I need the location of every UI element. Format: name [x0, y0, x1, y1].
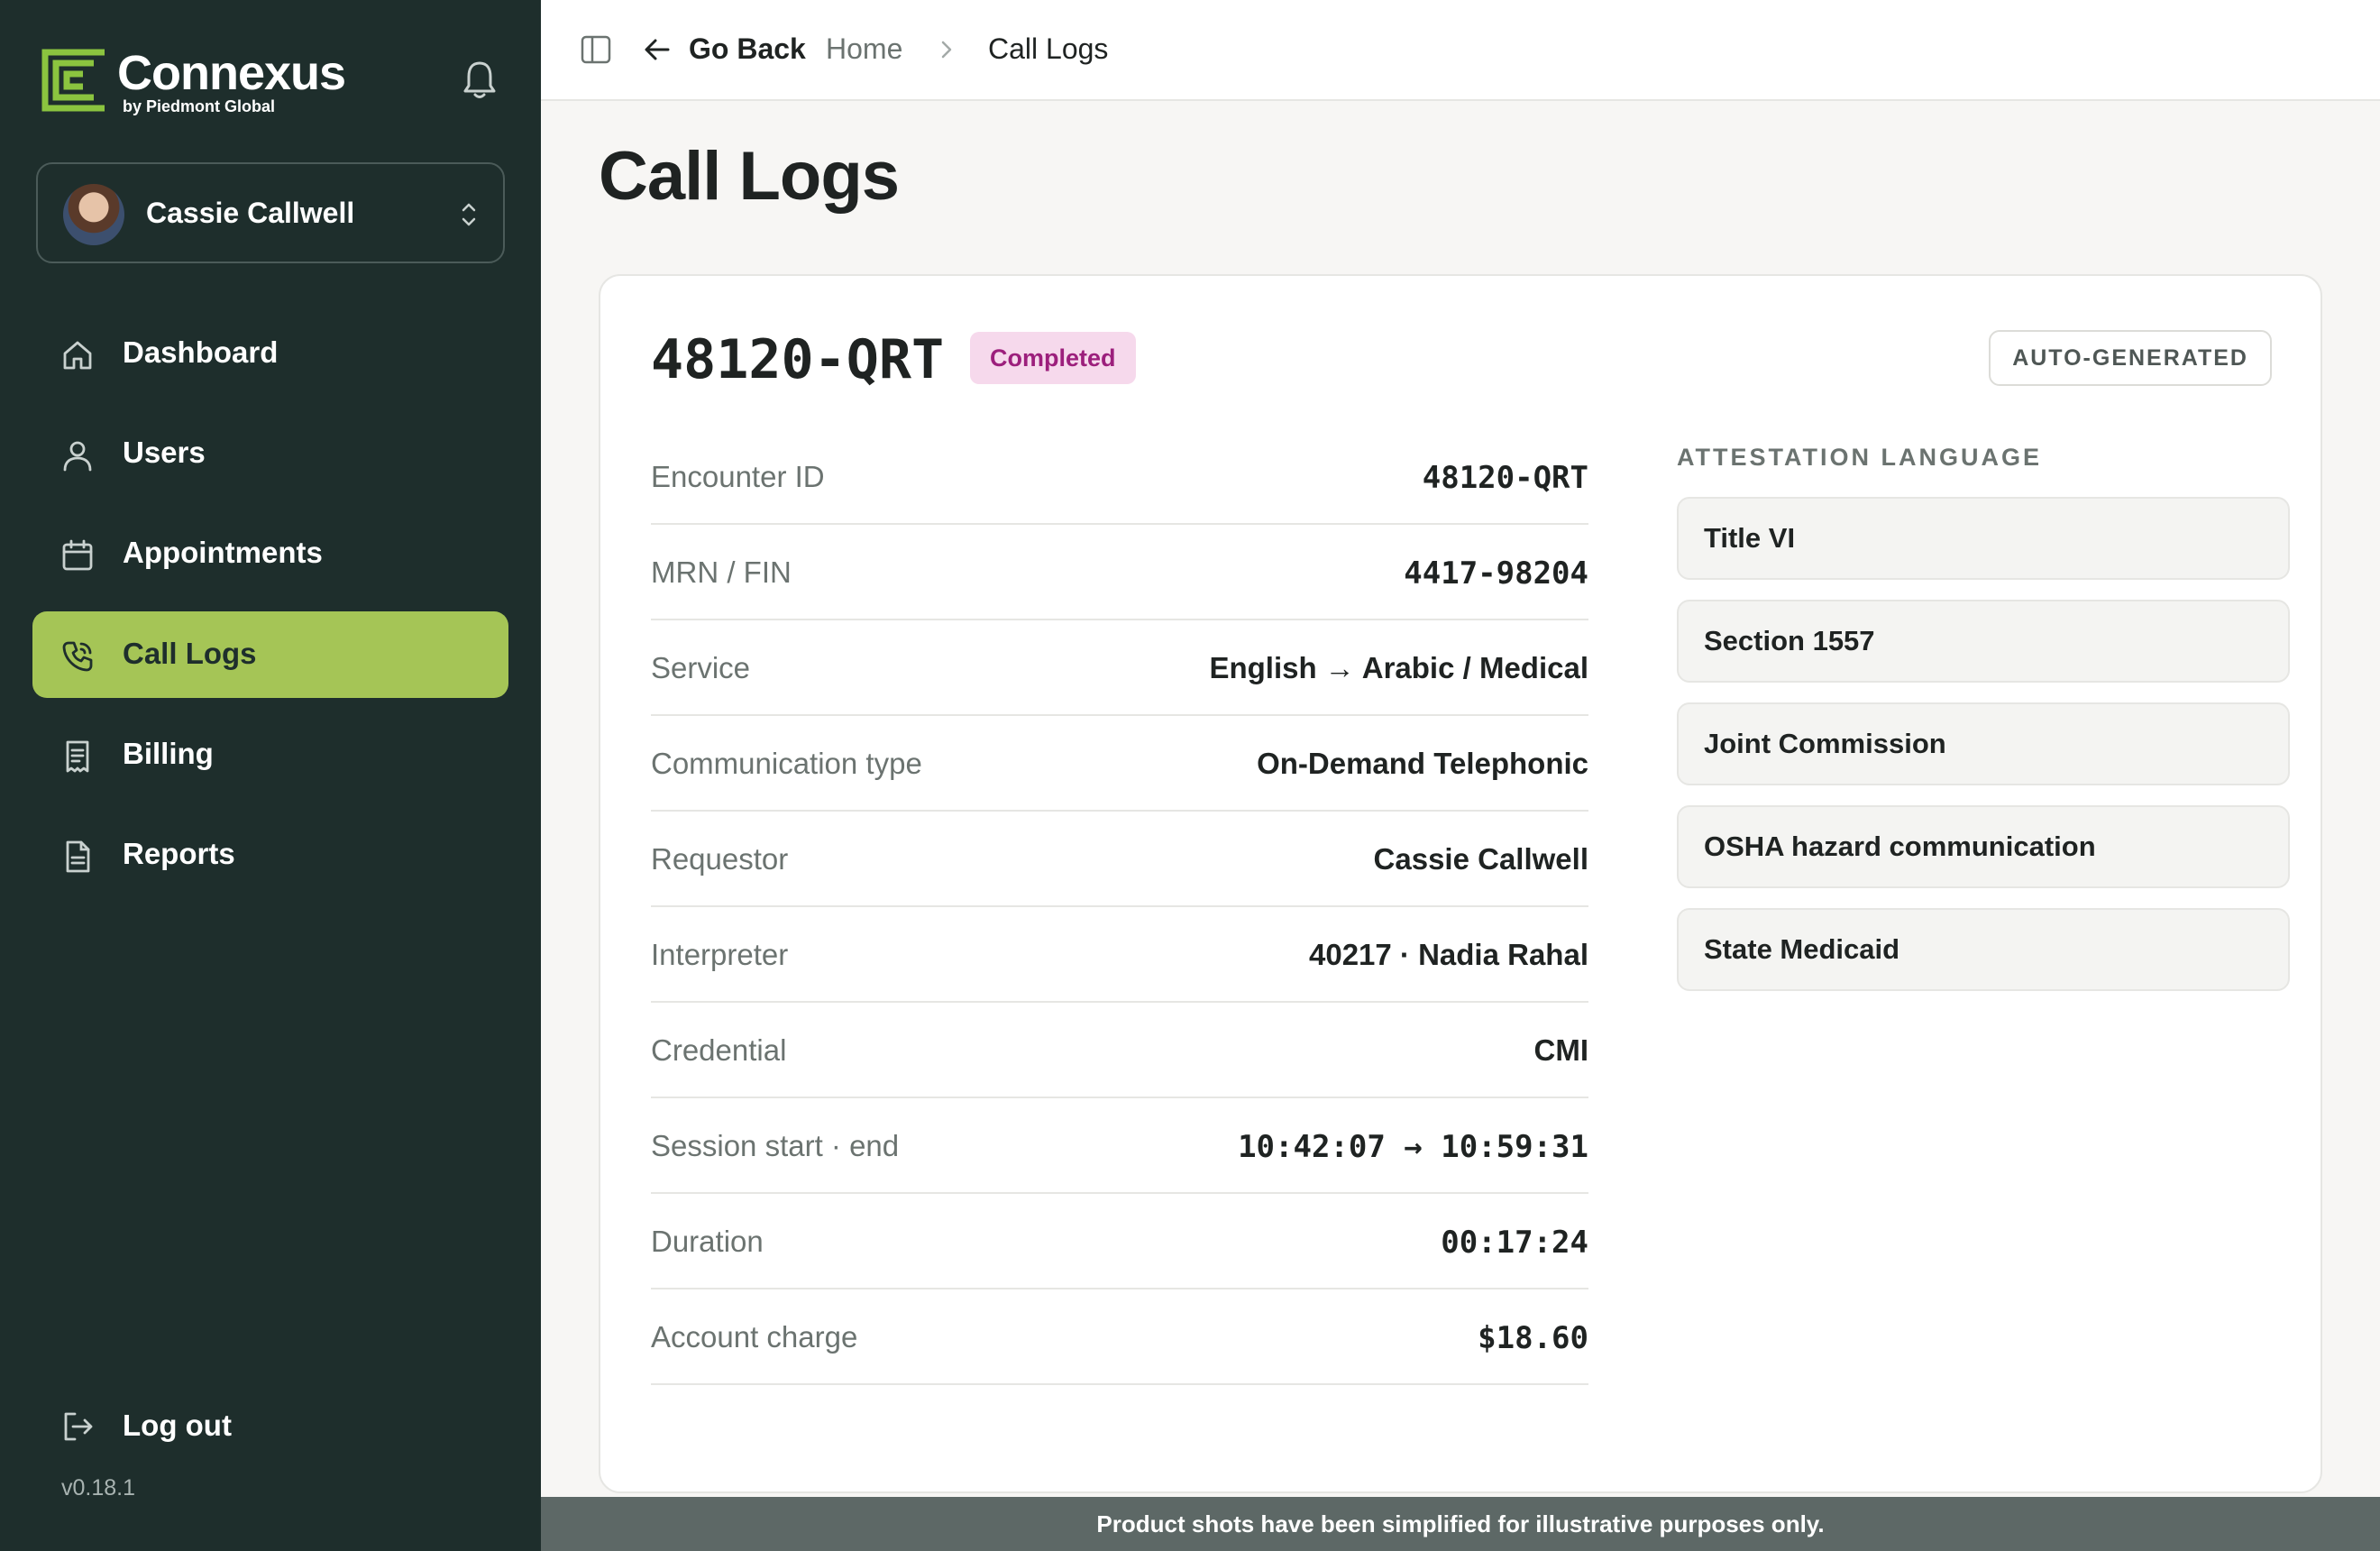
detail-row: Service English → Arabic / Medical	[651, 620, 1588, 716]
home-icon	[63, 341, 92, 370]
brand-logo[interactable]: Connexus by Piedmont Global	[41, 46, 402, 119]
logout-icon	[64, 1412, 93, 1441]
detail-label: Account charge	[651, 1320, 858, 1354]
brand-name: Connexus	[117, 46, 346, 100]
attestation-panel: ATTESTATION LANGUAGE Title VI Section 15…	[1677, 444, 2290, 1011]
detail-row: Requestor Cassie Callwell	[651, 812, 1588, 907]
detail-value: 48120-QRT	[1422, 460, 1588, 496]
sidebar-item-reports[interactable]: Reports	[32, 812, 508, 898]
receipt-icon	[66, 740, 89, 773]
sidebar-item-label: Users	[123, 436, 206, 469]
logout-button[interactable]: Log out	[32, 1389, 393, 1475]
detail-label: Duration	[651, 1225, 764, 1258]
logout-label: Log out	[123, 1409, 232, 1442]
detail-row: Account charge $18.60	[651, 1289, 1588, 1385]
detail-row: Credential CMI	[651, 1003, 1588, 1098]
detail-row: Interpreter 40217 · Nadia Rahal	[651, 907, 1588, 1003]
detail-label: Credential	[651, 1033, 787, 1067]
topbar: Go Back Home Call Logs	[541, 0, 2380, 101]
attestation-title: ATTESTATION LANGUAGE	[1677, 444, 2042, 471]
breadcrumb-home[interactable]: Home	[826, 32, 902, 66]
detail-value: 00:17:24	[1441, 1225, 1588, 1261]
file-icon	[66, 840, 90, 873]
user-name: Cassie Callwell	[146, 197, 355, 229]
arrow-left-icon[interactable]	[644, 38, 671, 61]
detail-row: Session start · end 10:42:07 → 10:59:31	[651, 1098, 1588, 1194]
detail-value: On-Demand Telephonic	[1257, 747, 1588, 780]
detail-row: Duration 00:17:24	[651, 1194, 1588, 1289]
sidebar: Connexus by Piedmont Global Cassie Callw…	[0, 0, 541, 1551]
detail-label: MRN / FIN	[651, 555, 792, 589]
detail-value: 40217 · Nadia Rahal	[1309, 938, 1588, 971]
detail-label: Requestor	[651, 842, 789, 876]
sidebar-toggle-icon[interactable]	[581, 34, 611, 65]
detail-row: MRN / FIN 4417-98204	[651, 525, 1588, 620]
auto-generated-tag: AUTO-GENERATED	[1989, 330, 2272, 386]
connexus-logo-icon	[41, 49, 105, 112]
detail-row: Encounter ID 48120-QRT	[651, 429, 1588, 525]
detail-label: Communication type	[651, 747, 922, 780]
chevron-up-down-icon	[462, 203, 476, 226]
attestation-item: Title VI	[1677, 497, 2290, 580]
sidebar-item-billing[interactable]: Billing	[32, 711, 508, 798]
detail-value: CMI	[1533, 1033, 1589, 1067]
sidebar-item-appointments[interactable]: Appointments	[32, 510, 508, 597]
sidebar-item-call-logs[interactable]: Call Logs	[32, 611, 508, 698]
sidebar-item-dashboard[interactable]: Dashboard	[32, 310, 508, 397]
attestation-item: State Medicaid	[1677, 908, 2290, 991]
sidebar-item-label: Dashboard	[123, 335, 279, 369]
attestation-item: Joint Commission	[1677, 702, 2290, 785]
detail-label: Interpreter	[651, 938, 789, 971]
attestation-item: Section 1557	[1677, 600, 2290, 683]
chevron-right-icon	[941, 41, 952, 59]
calendar-icon	[62, 539, 93, 571]
page-title: Call Logs	[599, 138, 900, 215]
sidebar-item-label: Appointments	[123, 536, 323, 569]
encounter-title: 48120-QRT	[651, 328, 945, 391]
sidebar-item-users[interactable]: Users	[32, 410, 508, 497]
avatar	[63, 184, 124, 245]
detail-value: $18.60	[1478, 1320, 1588, 1356]
detail-label: Session start · end	[651, 1129, 900, 1162]
detail-value: 10:42:07 → 10:59:31	[1238, 1129, 1588, 1165]
sidebar-item-label: Reports	[123, 837, 235, 870]
app-version: v0.18.1	[61, 1475, 136, 1501]
brand-tagline: by Piedmont Global	[123, 97, 276, 115]
encounter-details: Encounter ID 48120-QRT MRN / FIN 4417-98…	[651, 429, 1588, 1385]
detail-value: English → Arabic / Medical	[1209, 651, 1588, 684]
detail-label: Service	[651, 651, 751, 684]
sidebar-item-label: Billing	[123, 737, 214, 770]
go-back-button[interactable]: Go Back	[689, 32, 806, 66]
call-log-card: 48120-QRT Completed AUTO-GENERATED Encou…	[599, 274, 2322, 1493]
detail-value: Cassie Callwell	[1373, 842, 1588, 876]
user-switcher[interactable]: Cassie Callwell	[36, 162, 505, 263]
breadcrumb-current: Call Logs	[988, 32, 1109, 65]
detail-label: Encounter ID	[651, 460, 825, 493]
sidebar-item-label: Call Logs	[123, 637, 257, 670]
detail-row: Communication type On-Demand Telephonic	[651, 716, 1588, 812]
disclaimer-banner: Product shots have been simplified for i…	[541, 1497, 2380, 1551]
status-badge: Completed	[970, 332, 1136, 384]
user-icon	[63, 441, 92, 472]
detail-value: 4417-98204	[1404, 555, 1588, 592]
phone-icon	[62, 641, 93, 672]
attestation-item: OSHA hazard communication	[1677, 805, 2290, 888]
bell-icon[interactable]	[460, 58, 499, 101]
